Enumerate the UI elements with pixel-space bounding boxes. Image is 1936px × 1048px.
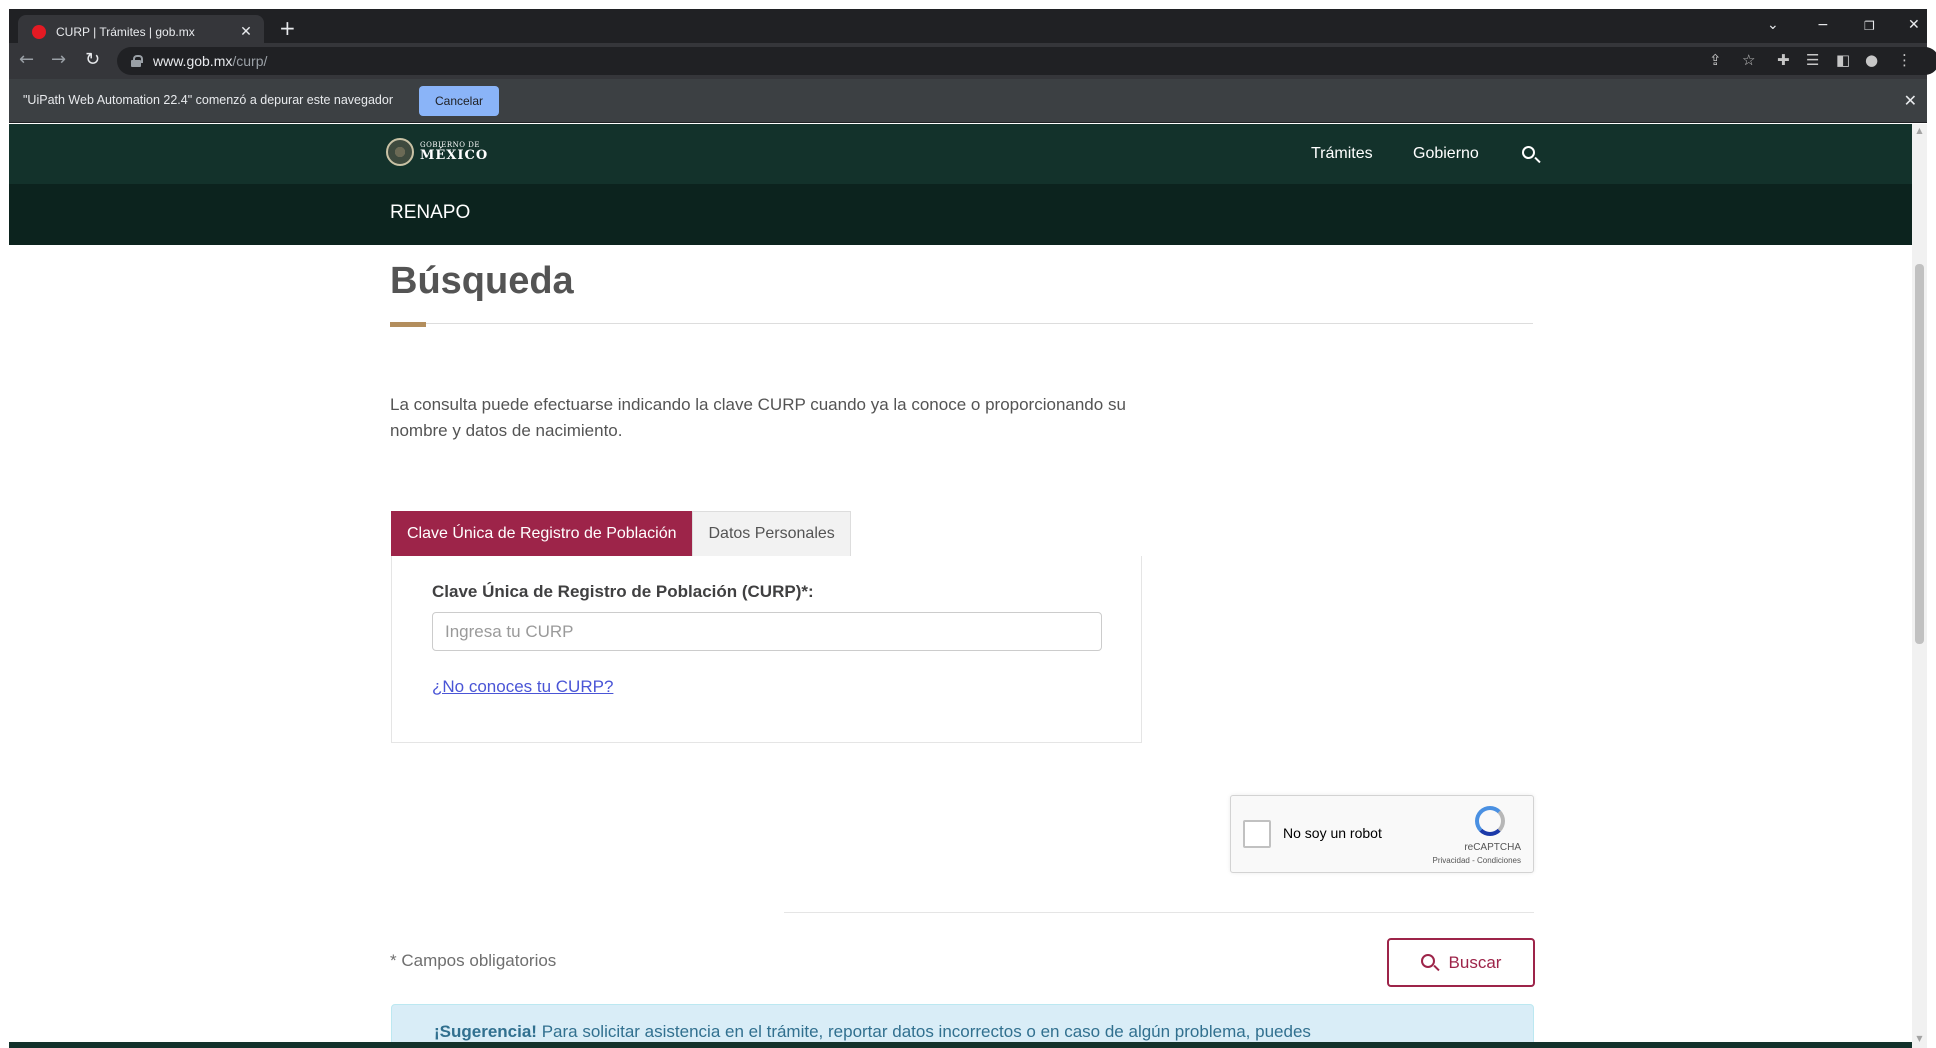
form-divider <box>784 912 1534 913</box>
url-host: www.gob.mx <box>153 53 233 69</box>
address-bar[interactable]: www.gob.mx /curp/ <box>117 47 1936 75</box>
title-divider <box>390 323 1533 324</box>
page-scrollbar[interactable]: ▲ ▼ <box>1912 124 1927 1048</box>
search-icon[interactable] <box>1522 146 1535 159</box>
subheader <box>9 184 1912 245</box>
window-close-icon[interactable]: ✕ <box>1908 17 1920 33</box>
back-icon[interactable]: ← <box>19 51 34 69</box>
search-tabs: Clave Única de Registro de Población Dat… <box>391 511 851 556</box>
url-path: /curp/ <box>232 53 268 69</box>
scroll-up-icon[interactable]: ▲ <box>1915 126 1924 135</box>
page-title: Búsqueda <box>390 260 574 302</box>
alert-strong: ¡Sugerencia! <box>434 1022 537 1041</box>
gobmx-logo[interactable]: GOBIERNO DE MÉXICO <box>386 138 488 166</box>
tab-close-icon[interactable]: ✕ <box>238 24 254 40</box>
forgot-curp-link[interactable]: ¿No conoces tu CURP? <box>432 677 613 697</box>
new-tab-icon[interactable]: + <box>279 18 296 38</box>
forward-icon[interactable]: → <box>51 51 66 69</box>
recaptcha-brand: reCAPTCHA <box>1464 842 1521 853</box>
search-button[interactable]: Buscar <box>1387 938 1535 987</box>
recaptcha-checkbox[interactable] <box>1243 820 1271 848</box>
nav-gobierno[interactable]: Gobierno <box>1413 145 1479 163</box>
scroll-thumb[interactable] <box>1915 264 1924 644</box>
curp-tab-panel: Clave Única de Registro de Población (CU… <box>391 556 1142 743</box>
required-fields-note: * Campos obligatorios <box>390 951 557 970</box>
recaptcha-terms[interactable]: Privacidad - Condiciones <box>1433 856 1522 865</box>
logo-text: GOBIERNO DE MÉXICO <box>420 141 489 163</box>
infobar-close-icon[interactable]: ✕ <box>1904 91 1917 110</box>
share-icon[interactable]: ⇪ <box>1709 52 1722 68</box>
side-panel-icon[interactable]: ◧ <box>1836 52 1850 68</box>
tab-datos-personales[interactable]: Datos Personales <box>692 511 851 556</box>
curp-input[interactable] <box>432 612 1102 651</box>
page-viewport: GOBIERNO DE MÉXICO Trámites Gobierno REN… <box>9 124 1912 1048</box>
search-icon <box>1420 953 1435 968</box>
bottom-edge <box>9 1042 1912 1048</box>
browser-window: CURP | Trámites | gob.mx ✕ + ⌄ − ❐ ✕ ← →… <box>0 0 1936 1048</box>
tab-curp[interactable]: Clave Única de Registro de Población <box>391 511 693 556</box>
cancel-debug-button[interactable]: Cancelar <box>419 86 499 116</box>
extensions-icon[interactable]: ✚ <box>1777 52 1790 68</box>
nav-tramites[interactable]: Trámites <box>1311 145 1373 163</box>
recaptcha-widget: No soy un robot reCAPTCHA Privacidad - C… <box>1230 795 1534 873</box>
tab-title: CURP | Trámites | gob.mx <box>56 25 195 39</box>
alert-text: ¡Sugerencia! Para solicitar asistencia e… <box>434 1022 1311 1042</box>
national-seal-icon <box>386 138 414 166</box>
restore-icon[interactable]: ❐ <box>1864 19 1875 33</box>
profile-icon[interactable]: ● <box>1865 52 1878 68</box>
star-icon[interactable]: ☆ <box>1742 52 1755 68</box>
minimize-icon[interactable]: − <box>1817 17 1829 33</box>
search-button-label: Buscar <box>1448 952 1502 972</box>
gobmx-favicon-icon <box>32 25 46 39</box>
scroll-down-icon[interactable]: ▼ <box>1915 1034 1924 1043</box>
recaptcha-label: No soy un robot <box>1283 825 1382 841</box>
recaptcha-logo-icon <box>1475 806 1505 836</box>
tab-strip: CURP | Trámites | gob.mx ✕ + ⌄ − ❐ ✕ <box>9 9 1927 49</box>
infobar-message: "UiPath Web Automation 22.4" comenzó a d… <box>23 93 393 107</box>
intro-text: La consulta puede efectuarse indicando l… <box>390 395 1126 440</box>
debug-infobar: "UiPath Web Automation 22.4" comenzó a d… <box>9 79 1927 123</box>
tab-search-icon[interactable]: ⌄ <box>1767 17 1779 33</box>
menu-icon[interactable]: ⋮ <box>1897 52 1912 68</box>
alert-message: Para solicitar asistencia en el trámite,… <box>536 1022 1311 1041</box>
title-accent-bar <box>390 322 426 327</box>
reading-list-icon[interactable]: ☰ <box>1806 52 1819 68</box>
browser-toolbar: ← → ↻ www.gob.mx /curp/ ⇪ ☆ ✚ ☰ ◧ ● ⋮ <box>9 43 1936 79</box>
section-title[interactable]: RENAPO <box>390 202 470 224</box>
lock-icon[interactable] <box>131 55 143 67</box>
reload-icon[interactable]: ↻ <box>85 51 100 69</box>
gob-header: GOBIERNO DE MÉXICO Trámites Gobierno <box>9 124 1912 184</box>
curp-field-label: Clave Única de Registro de Población (CU… <box>432 582 814 601</box>
